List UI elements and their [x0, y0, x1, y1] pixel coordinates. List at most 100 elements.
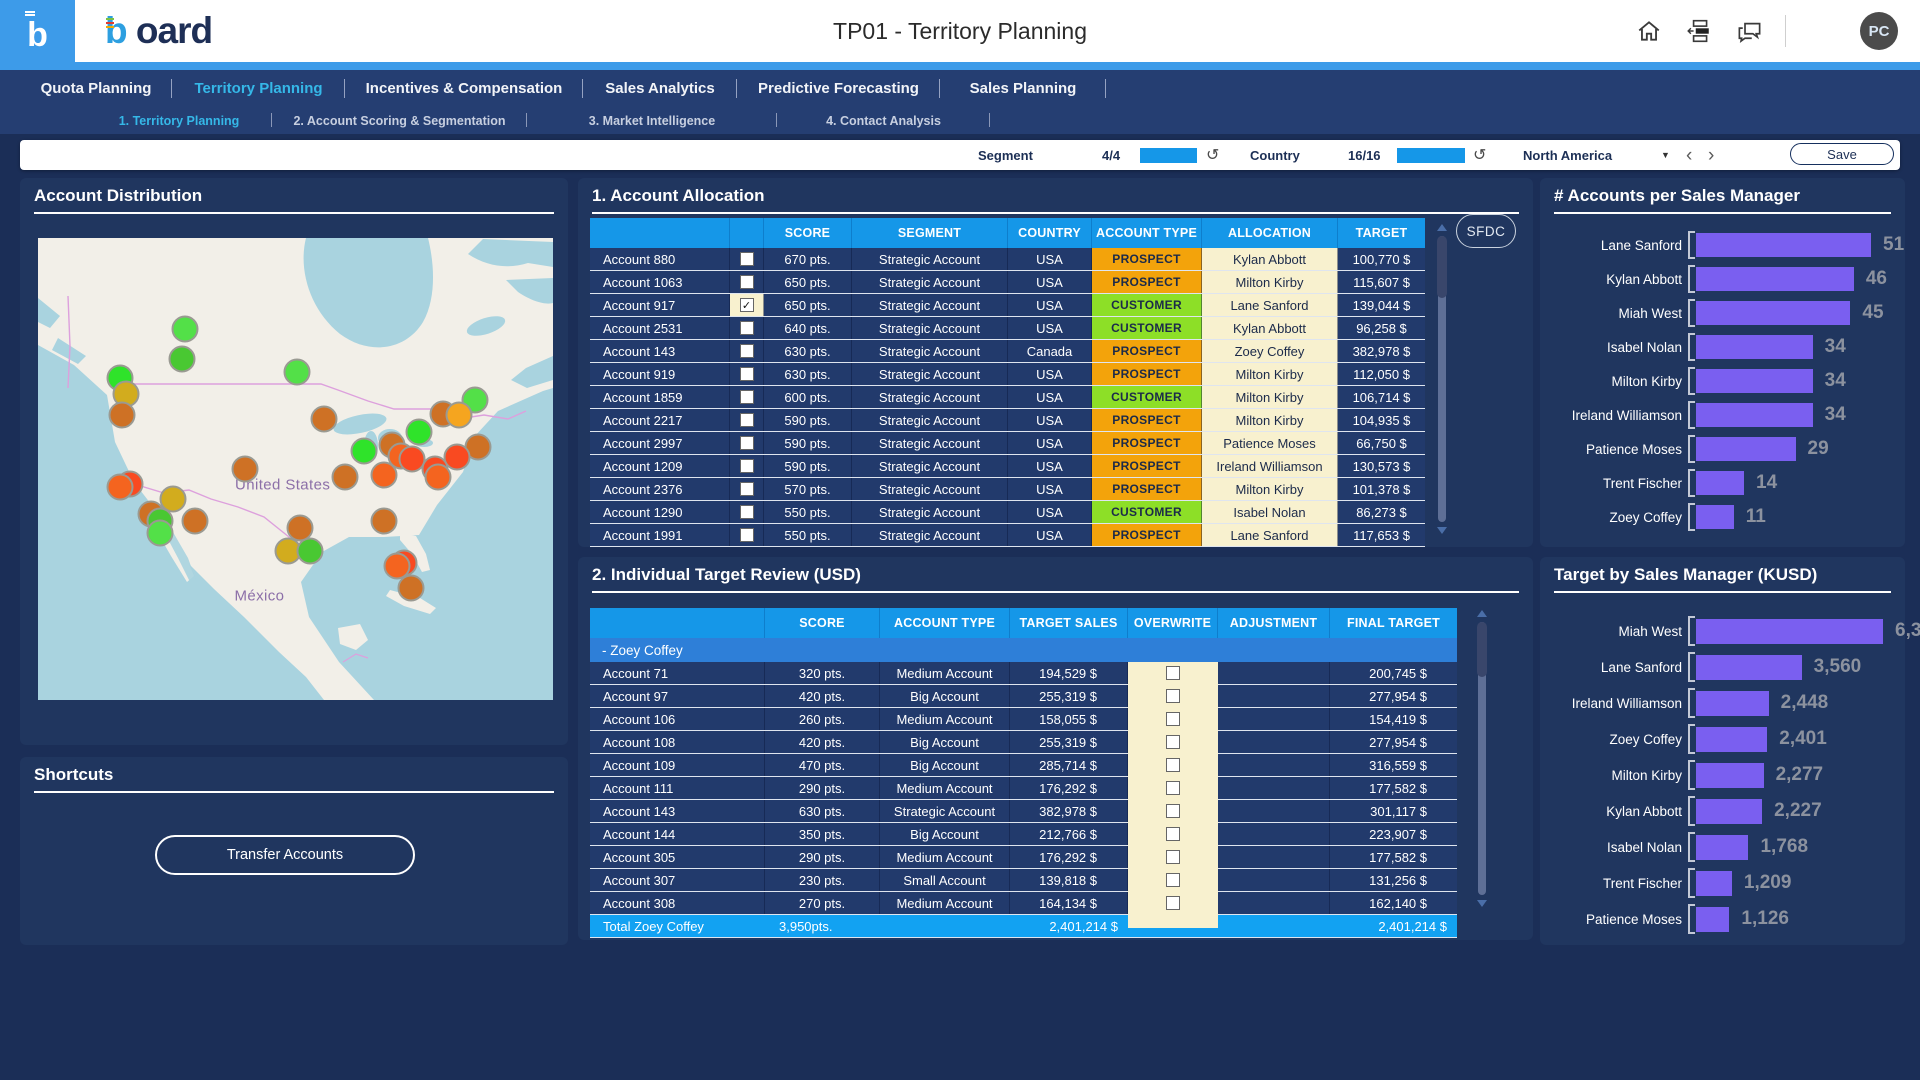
- sfdc-button[interactable]: SFDC: [1456, 214, 1516, 248]
- checkbox-icon[interactable]: [1166, 896, 1180, 910]
- review-table-row[interactable]: Account 106 260 pts. Medium Account 158,…: [590, 708, 1457, 731]
- account-map-dot[interactable]: [331, 463, 359, 491]
- review-table-row[interactable]: Account 108 420 pts. Big Account 255,319…: [590, 731, 1457, 754]
- checkbox-icon[interactable]: [1166, 873, 1180, 887]
- checkbox-icon[interactable]: ✓: [739, 298, 754, 312]
- bar[interactable]: [1696, 471, 1745, 495]
- account-map-dot[interactable]: [283, 358, 311, 386]
- review-table-row[interactable]: Account 305 290 pts. Medium Account 176,…: [590, 846, 1457, 869]
- main-nav-tab[interactable]: Territory Planning: [172, 70, 345, 107]
- checkbox-icon[interactable]: [739, 459, 754, 473]
- bar[interactable]: [1696, 834, 1749, 860]
- checkbox-icon[interactable]: [1166, 804, 1180, 818]
- adjustment-cell[interactable]: [1218, 708, 1330, 730]
- checkbox-icon[interactable]: [739, 436, 754, 450]
- country-filter-bar[interactable]: [1397, 140, 1465, 170]
- distribution-map[interactable]: United States México: [38, 238, 553, 700]
- chat-icon[interactable]: [1735, 17, 1763, 45]
- account-map-dot[interactable]: [397, 574, 425, 602]
- adjustment-cell[interactable]: [1218, 777, 1330, 799]
- allocation-table-row[interactable]: Account 1209 590 pts. Strategic Account …: [590, 455, 1425, 478]
- checkbox-icon[interactable]: [739, 275, 754, 289]
- sub-nav-tab[interactable]: 4. Contact Analysis: [777, 107, 990, 134]
- review-table-row[interactable]: Account 144 350 pts. Big Account 212,766…: [590, 823, 1457, 846]
- allocation-table-row[interactable]: Account 1991 550 pts. Strategic Account …: [590, 524, 1425, 547]
- bar[interactable]: [1696, 437, 1796, 461]
- allocation-table-row[interactable]: Account 1063 650 pts. Strategic Account …: [590, 271, 1425, 294]
- scroll-down-icon[interactable]: [1437, 527, 1447, 534]
- allocation-table-row[interactable]: Account 917 ✓ 650 pts. Strategic Account…: [590, 294, 1425, 317]
- overwrite-cell[interactable]: [1128, 662, 1218, 684]
- checkbox-icon[interactable]: [1166, 712, 1180, 726]
- allocation-table-row[interactable]: Account 880 670 pts. Strategic Account U…: [590, 248, 1425, 271]
- row-checkbox-cell[interactable]: [730, 248, 764, 270]
- transfer-accounts-button[interactable]: Transfer Accounts: [155, 835, 415, 875]
- menu-icon[interactable]: [1808, 17, 1838, 45]
- bar[interactable]: [1696, 726, 1768, 752]
- sub-nav-tab[interactable]: 1. Territory Planning: [86, 107, 272, 134]
- overwrite-cell[interactable]: [1128, 708, 1218, 730]
- save-button[interactable]: Save: [1790, 143, 1894, 165]
- allocation-table-row[interactable]: Account 2217 590 pts. Strategic Account …: [590, 409, 1425, 432]
- checkbox-icon[interactable]: [1166, 735, 1180, 749]
- row-checkbox-cell[interactable]: [730, 455, 764, 477]
- account-map-dot[interactable]: [445, 401, 473, 429]
- overwrite-cell[interactable]: [1128, 754, 1218, 776]
- checkbox-icon[interactable]: [1166, 827, 1180, 841]
- checkbox-icon[interactable]: [739, 413, 754, 427]
- overwrite-cell[interactable]: [1128, 731, 1218, 753]
- scroll-up-icon[interactable]: [1437, 224, 1447, 231]
- overwrite-cell[interactable]: [1128, 869, 1218, 891]
- segment-filter-bar[interactable]: [1140, 140, 1197, 170]
- account-map-dot[interactable]: [146, 519, 174, 547]
- scrollbar-track[interactable]: [1477, 622, 1487, 895]
- bar[interactable]: [1696, 335, 1813, 359]
- region-dropdown[interactable]: North America: [1523, 140, 1612, 170]
- main-nav-tab[interactable]: Predictive Forecasting: [737, 70, 940, 107]
- review-table-row[interactable]: Account 111 290 pts. Medium Account 176,…: [590, 777, 1457, 800]
- adjustment-cell[interactable]: [1218, 869, 1330, 891]
- account-map-dot[interactable]: [108, 401, 136, 429]
- row-checkbox-cell[interactable]: [730, 386, 764, 408]
- overwrite-cell[interactable]: [1128, 777, 1218, 799]
- checkbox-icon[interactable]: [739, 528, 754, 542]
- prev-arrow-icon[interactable]: ‹: [1686, 140, 1692, 170]
- bar[interactable]: [1696, 690, 1769, 716]
- bar[interactable]: [1696, 369, 1813, 393]
- scrollbar-thumb[interactable]: [1437, 236, 1447, 298]
- adjustment-cell[interactable]: [1218, 892, 1330, 914]
- account-map-dot[interactable]: [106, 473, 134, 501]
- allocation-table-row[interactable]: Account 2376 570 pts. Strategic Account …: [590, 478, 1425, 501]
- row-checkbox-cell[interactable]: [730, 317, 764, 339]
- checkbox-icon[interactable]: [1166, 781, 1180, 795]
- checkbox-icon[interactable]: [739, 367, 754, 381]
- overwrite-cell[interactable]: [1128, 685, 1218, 707]
- account-map-dot[interactable]: [171, 315, 199, 343]
- row-checkbox-cell[interactable]: [730, 432, 764, 454]
- bar[interactable]: [1696, 906, 1730, 932]
- allocation-scrollbar[interactable]: [1436, 224, 1448, 534]
- account-map-dot[interactable]: [370, 507, 398, 535]
- allocation-table-row[interactable]: Account 2531 640 pts. Strategic Account …: [590, 317, 1425, 340]
- allocation-table-row[interactable]: Account 1290 550 pts. Strategic Account …: [590, 501, 1425, 524]
- review-table-row[interactable]: Account 97 420 pts. Big Account 255,319 …: [590, 685, 1457, 708]
- account-map-dot[interactable]: [296, 537, 324, 565]
- scroll-up-icon[interactable]: [1477, 610, 1487, 617]
- review-table-row[interactable]: Account 143 630 pts. Strategic Account 3…: [590, 800, 1457, 823]
- bar[interactable]: [1696, 505, 1734, 529]
- user-avatar[interactable]: PC: [1860, 12, 1898, 50]
- review-table-row[interactable]: Account 109 470 pts. Big Account 285,714…: [590, 754, 1457, 777]
- checkbox-icon[interactable]: [1166, 850, 1180, 864]
- main-nav-tab[interactable]: Quota Planning: [20, 70, 172, 107]
- main-nav-tab[interactable]: Incentives & Compensation: [345, 70, 583, 107]
- row-checkbox-cell[interactable]: [730, 409, 764, 431]
- country-refresh-icon[interactable]: ↺: [1473, 140, 1486, 170]
- checkbox-icon[interactable]: [1166, 689, 1180, 703]
- account-map-dot[interactable]: [370, 461, 398, 489]
- checkbox-icon[interactable]: [739, 390, 754, 404]
- account-map-dot[interactable]: [181, 507, 209, 535]
- adjustment-cell[interactable]: [1218, 685, 1330, 707]
- bar[interactable]: [1696, 618, 1883, 644]
- checkbox-icon[interactable]: [739, 505, 754, 519]
- checkbox-icon[interactable]: [739, 252, 754, 266]
